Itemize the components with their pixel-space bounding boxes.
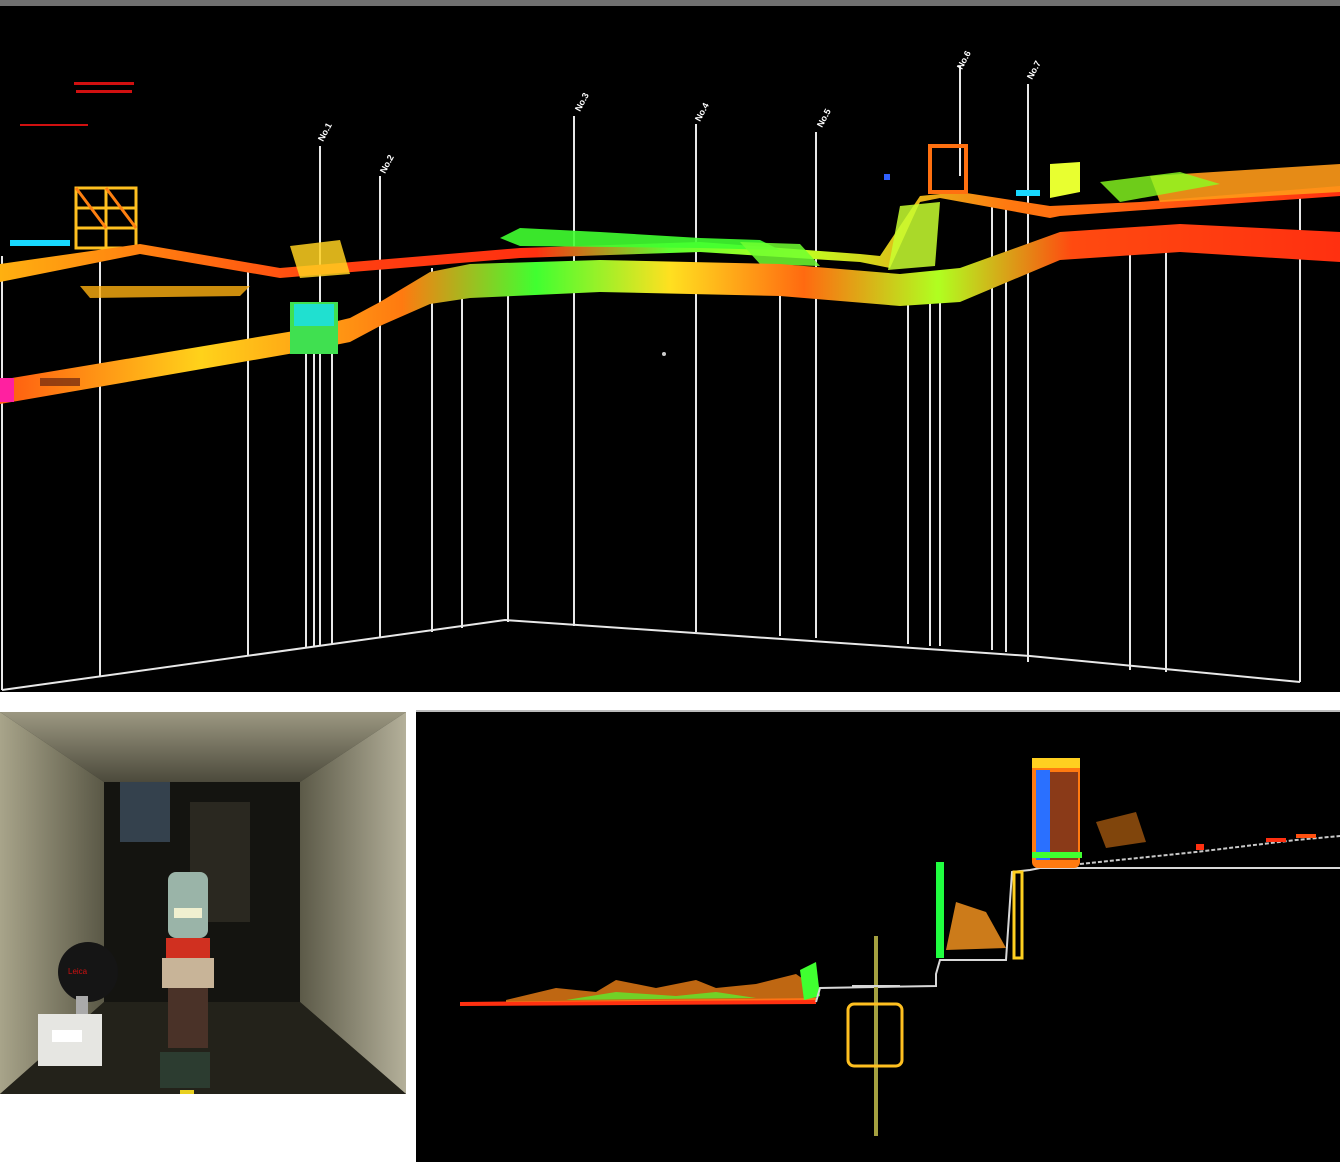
section-ground xyxy=(460,862,1340,1006)
laser-scanner xyxy=(160,872,214,1088)
cyan-marker xyxy=(10,240,70,246)
manhole-label-5: No.5 xyxy=(815,107,833,129)
manhole-label-4: No.4 xyxy=(693,101,711,123)
section-manhole-tower xyxy=(1032,758,1082,868)
longitudinal-pointcloud-view: No.1 No.2 No.3 No.4 No.5 No.6 No.7 xyxy=(0,0,1340,692)
culvert-photo: Leica xyxy=(0,712,406,1094)
section-right-ground xyxy=(1079,812,1340,865)
manhole-label-3: No.3 xyxy=(573,91,591,113)
culvert-photo-svg: Leica xyxy=(0,712,406,1094)
manhole-label-1: No.1 xyxy=(316,121,334,143)
red-note xyxy=(20,82,134,126)
manhole-label-6: No.6 xyxy=(955,49,973,71)
manhole-label-7: No.7 xyxy=(1025,59,1043,81)
cross-section-pointcloud-view xyxy=(416,710,1340,1162)
cross-section-pointcloud-svg xyxy=(460,758,1340,1136)
longitudinal-pointcloud-svg: No.1 No.2 No.3 No.4 No.5 No.6 No.7 xyxy=(0,49,1340,691)
scanner-brand-text: Leica xyxy=(68,967,88,976)
manhole-label-2: No.2 xyxy=(378,153,396,175)
frame-lines xyxy=(1,66,1301,691)
scaffold-structure xyxy=(74,186,138,250)
manhole-labels: No.1 No.2 No.3 No.4 No.5 No.6 No.7 xyxy=(316,49,1043,175)
section-pipe-chamber xyxy=(846,936,904,1136)
